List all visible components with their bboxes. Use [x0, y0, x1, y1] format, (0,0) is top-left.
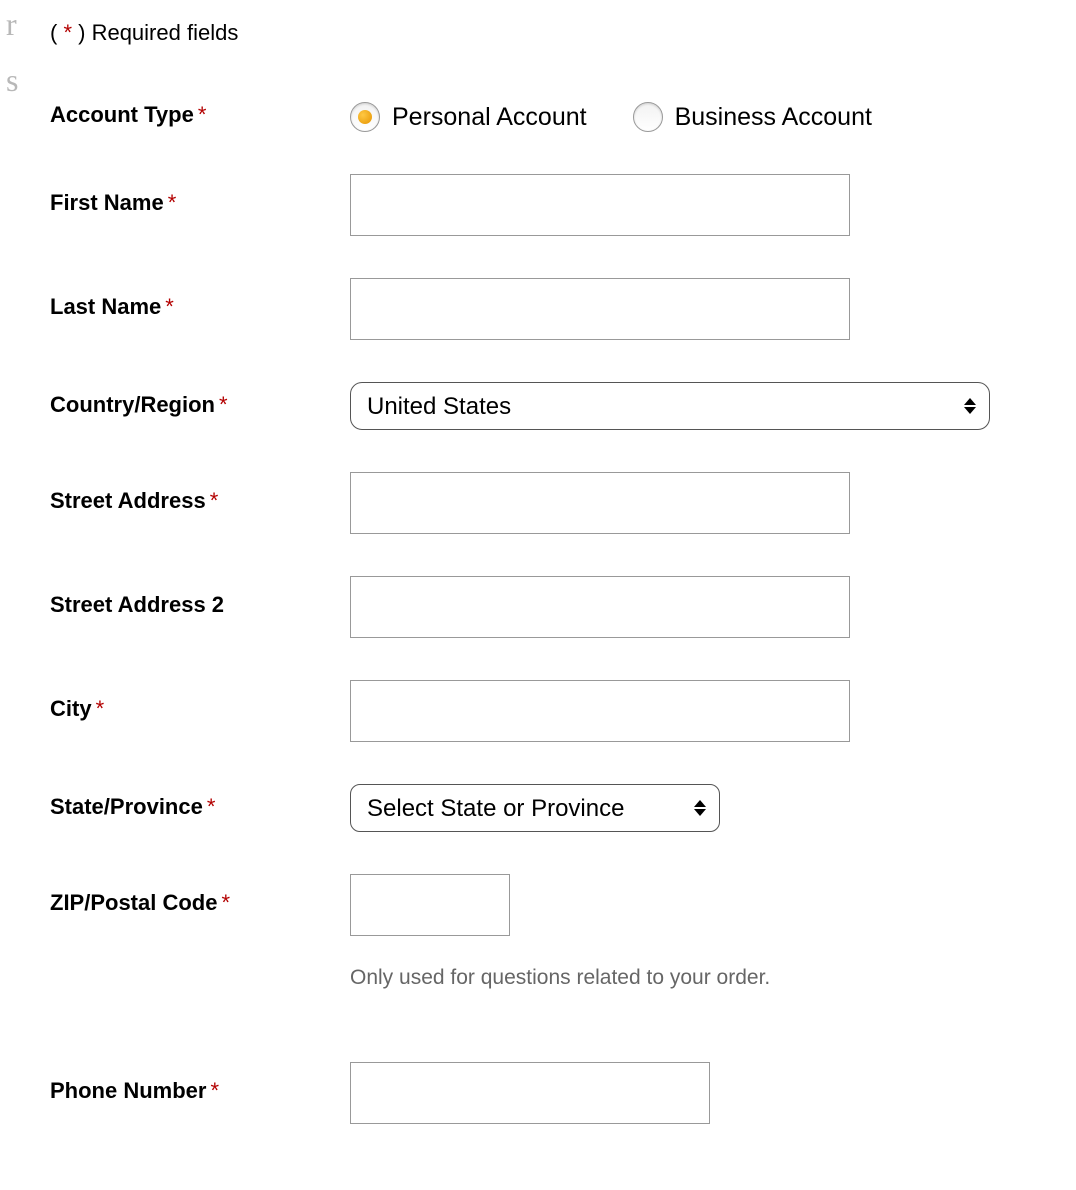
account-type-radio-group: Personal Account Business Account [350, 96, 1036, 132]
country-region-select[interactable]: United States [350, 382, 990, 430]
label-text: State/Province [50, 794, 203, 819]
row-account-type: Account Type* Personal Account Business … [50, 96, 1036, 132]
label-text: First Name [50, 190, 164, 215]
required-fields-note: ( * ) Required fields [50, 20, 1036, 46]
required-star-icon: * [96, 696, 105, 721]
radio-option-personal[interactable]: Personal Account [350, 102, 587, 132]
label-phone-number: Phone Number* [50, 1062, 350, 1104]
required-star-icon: * [207, 794, 216, 819]
radio-option-business[interactable]: Business Account [633, 102, 872, 132]
radio-unselected-icon [633, 102, 663, 132]
decorative-letter-s: s [6, 62, 18, 99]
label-text: City [50, 696, 92, 721]
row-street-address: Street Address* [50, 472, 1036, 534]
last-name-input[interactable] [350, 278, 850, 340]
label-text: Street Address [50, 488, 206, 513]
row-street-address-2: Street Address 2 [50, 576, 1036, 638]
label-text: Phone Number [50, 1078, 206, 1103]
zip-postal-input[interactable] [350, 874, 510, 936]
label-account-type: Account Type* [50, 96, 350, 128]
required-asterisk: * [63, 20, 72, 45]
street-address-2-input[interactable] [350, 576, 850, 638]
row-last-name: Last Name* [50, 278, 1036, 340]
row-state-province: State/Province* Select State or Province [50, 784, 1036, 832]
label-text: Street Address 2 [50, 592, 224, 617]
required-note-open: ( [50, 20, 63, 45]
label-street-address: Street Address* [50, 472, 350, 514]
phone-helper-text: Only used for questions related to your … [350, 966, 1036, 990]
first-name-input[interactable] [350, 174, 850, 236]
label-first-name: First Name* [50, 174, 350, 216]
label-country-region: Country/Region* [50, 382, 350, 418]
radio-label: Business Account [675, 103, 872, 132]
state-province-select[interactable]: Select State or Province [350, 784, 720, 832]
required-star-icon: * [198, 102, 207, 127]
label-street-address-2: Street Address 2 [50, 576, 350, 618]
label-last-name: Last Name* [50, 278, 350, 320]
required-star-icon: * [221, 890, 230, 915]
required-star-icon: * [219, 392, 228, 417]
required-note-close: ) Required fields [72, 20, 238, 45]
row-city: City* [50, 680, 1036, 742]
decorative-letter-r: r [6, 6, 17, 43]
required-star-icon: * [210, 1078, 219, 1103]
radio-label: Personal Account [392, 103, 587, 132]
street-address-input[interactable] [350, 472, 850, 534]
required-star-icon: * [165, 294, 174, 319]
label-text: ZIP/Postal Code [50, 890, 217, 915]
label-text: Account Type [50, 102, 194, 127]
row-phone-number: Phone Number* [50, 1062, 1036, 1124]
label-zip-postal: ZIP/Postal Code* [50, 874, 350, 916]
required-star-icon: * [210, 488, 219, 513]
radio-selected-icon [350, 102, 380, 132]
label-city: City* [50, 680, 350, 722]
row-first-name: First Name* [50, 174, 1036, 236]
row-country-region: Country/Region* United States [50, 382, 1036, 430]
city-input[interactable] [350, 680, 850, 742]
row-zip-postal: ZIP/Postal Code* Only used for questions… [50, 874, 1036, 1020]
label-state-province: State/Province* [50, 784, 350, 820]
required-star-icon: * [168, 190, 177, 215]
label-text: Last Name [50, 294, 161, 319]
label-text: Country/Region [50, 392, 215, 417]
phone-number-input[interactable] [350, 1062, 710, 1124]
